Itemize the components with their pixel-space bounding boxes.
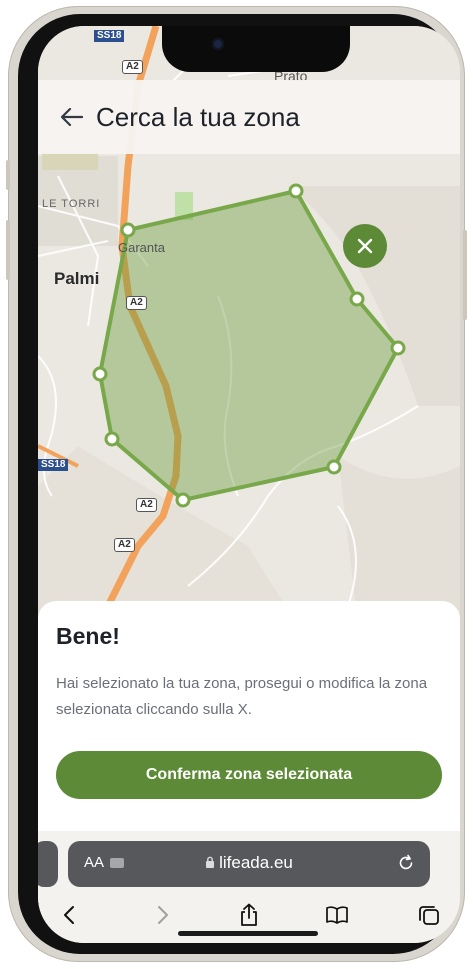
zone-vertex xyxy=(326,459,342,475)
bookmarks-button[interactable] xyxy=(322,895,352,935)
back-button[interactable] xyxy=(52,97,92,137)
url-label: lifeada.eu xyxy=(219,853,293,872)
zone-vertex xyxy=(390,340,406,356)
page-title: Cerca la tua zona xyxy=(96,101,300,132)
place-label-palmi: Palmi xyxy=(54,269,100,288)
share-icon xyxy=(241,903,257,926)
sheet-message: Hai selezionato la tua zona, prosegui o … xyxy=(56,675,428,718)
chevron-right-icon xyxy=(158,906,168,924)
bookmarks-icon xyxy=(326,906,348,924)
tabs-icon xyxy=(419,906,439,925)
zone-vertex xyxy=(120,222,136,238)
road-shield-ss18: SS18 xyxy=(94,30,125,42)
previous-tab[interactable] xyxy=(38,841,58,887)
confirm-zone-button[interactable]: Conferma zona selezionata xyxy=(56,751,442,799)
zone-vertex xyxy=(92,366,108,382)
address-bar[interactable]: AA lifeada.eu xyxy=(68,841,430,887)
app-header: Cerca la tua zona xyxy=(38,80,460,154)
power-button xyxy=(463,230,467,320)
reload-icon[interactable] xyxy=(396,853,416,873)
home-indicator xyxy=(178,931,318,936)
camera-icon xyxy=(212,38,224,50)
phone-mockup: Prato LE TORRI Garanta Palmi SS18 A2 A2 … xyxy=(0,0,473,969)
back-arrow-icon xyxy=(61,108,83,126)
screen: Prato LE TORRI Garanta Palmi SS18 A2 A2 … xyxy=(38,26,460,943)
road-shield-a2: A2 xyxy=(122,60,143,74)
road-shield-a2: A2 xyxy=(136,498,157,512)
zone-vertex xyxy=(175,492,191,508)
road-shield-ss18: SS18 xyxy=(38,459,69,471)
tabs-button[interactable] xyxy=(414,895,444,935)
place-label-le-torri: LE TORRI xyxy=(42,198,101,210)
close-icon xyxy=(357,238,373,254)
sheet-heading: Bene! xyxy=(56,623,120,649)
road-shield-a2: A2 xyxy=(114,538,135,552)
browser-toolbar: AA lifeada.eu xyxy=(38,831,460,943)
back-nav-button[interactable] xyxy=(56,895,82,935)
url-text: lifeada.eu xyxy=(68,853,430,873)
notch xyxy=(162,26,350,72)
mute-switch xyxy=(6,160,10,190)
zone-vertex xyxy=(349,291,365,307)
volume-up-button xyxy=(6,220,10,280)
lock-icon xyxy=(206,856,215,868)
zone-vertex xyxy=(104,431,120,447)
road-shield-a2: A2 xyxy=(126,296,147,310)
bottom-sheet: Bene! Hai selezionato la tua zona, prose… xyxy=(38,601,460,861)
delete-zone-button[interactable] xyxy=(343,224,387,268)
chevron-left-icon xyxy=(64,906,74,924)
share-button[interactable] xyxy=(234,895,264,935)
forward-nav-button[interactable] xyxy=(150,895,176,935)
place-label-garanta: Garanta xyxy=(118,240,165,255)
zone-vertex xyxy=(288,183,304,199)
